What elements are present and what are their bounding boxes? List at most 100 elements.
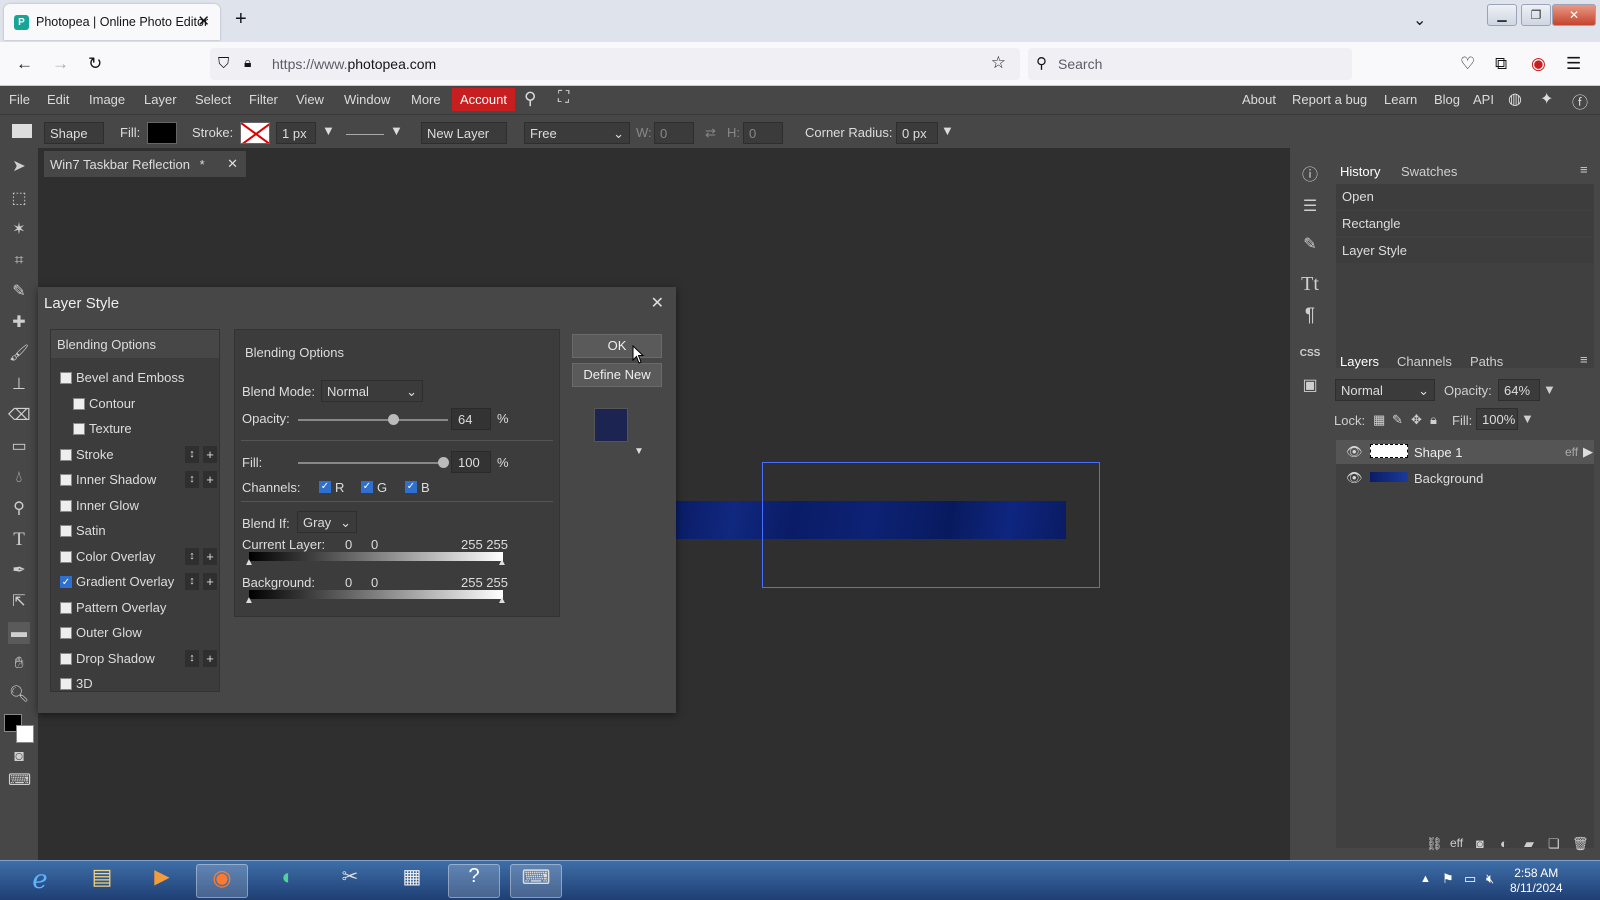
menu-edit[interactable]: Edit [47,92,69,107]
path-select-tool-icon[interactable]: ⇱ [8,591,30,613]
checkbox[interactable] [60,678,72,690]
background-black-handle-icon[interactable]: ▲ [244,595,254,606]
shape-bounding-box[interactable] [762,462,1100,588]
current-layer-black-handle-icon[interactable]: ▲ [244,557,254,568]
url-bar[interactable]: ⛉ 🔒︎ https://www.photopea.com ☆ [210,48,1020,80]
new-folder-icon[interactable]: ▰ [1524,836,1534,852]
pocket-icon[interactable]: ♡ [1460,54,1475,74]
link-learn[interactable]: Learn [1384,92,1417,107]
twitter-icon[interactable]: ✦ [1540,89,1553,109]
tab-channels[interactable]: Channels [1397,354,1452,369]
tab-history[interactable]: History [1340,164,1380,179]
style-blending-options[interactable]: Blending Options [51,330,219,358]
extensions-icon[interactable]: ⧉ [1495,54,1507,74]
checkbox[interactable] [60,652,72,665]
menu-image[interactable]: Image [89,92,125,107]
style-item[interactable]: Stroke ↕ + [51,443,219,467]
keyboard-icon[interactable]: ⌨ [8,770,31,792]
history-item-layer-style[interactable]: Layer Style [1336,238,1594,263]
tab-layers[interactable]: Layers [1340,354,1379,369]
brush-settings-icon[interactable]: ✎ [1299,234,1321,256]
zoom-tool-icon[interactable]: 🔍︎ [8,684,30,706]
layer-blend-mode-dropdown[interactable]: Normal ⌄ [1335,379,1435,401]
hand-tool-icon[interactable]: ✋︎ [8,653,30,675]
add-style-icon[interactable]: + [203,445,217,463]
keyboard-app-icon[interactable]: ⌨ [510,864,562,898]
search-icon[interactable]: ⚲ [524,89,536,109]
reorder-icon[interactable]: ↕ [185,649,199,667]
stroke-style-arrow-icon[interactable]: ▼ [390,123,403,138]
opacity-slider[interactable] [298,419,448,421]
close-document-icon[interactable]: ✕ [227,156,238,172]
close-tab-icon[interactable]: ✕ [197,12,210,30]
quick-mask-icon[interactable]: ◙ [8,746,30,768]
restore-button[interactable]: ❐ [1521,4,1551,26]
media-player-icon[interactable]: ▶ [136,864,188,898]
eraser-tool-icon[interactable]: ⌫ [8,405,31,427]
new-tab-icon[interactable]: + [235,8,247,31]
corner-radius-input[interactable]: 0 px [896,122,938,144]
channel-g-checkbox[interactable]: ✓ [361,481,373,493]
paragraph-icon[interactable]: ¶ [1299,305,1321,327]
image-icon[interactable]: ▣ [1299,375,1321,397]
reorder-icon[interactable]: ↕ [185,471,199,488]
style-item[interactable]: Outer Glow [51,621,219,645]
style-item[interactable]: Bevel and Emboss [51,366,219,390]
style-item[interactable]: Satin [51,519,219,543]
move-tool-icon[interactable]: ➤ [8,156,30,178]
lock-transparency-icon[interactable]: ▦ [1373,412,1385,428]
blend-mode-dropdown[interactable]: Normal ⌄ [321,380,423,402]
addon-icon[interactable]: ◉ [1531,54,1546,74]
layer-mask-icon[interactable]: ◙ [1476,836,1484,851]
style-item[interactable]: ✓ Gradient Overlay ↕ + [51,570,219,594]
tab-swatches[interactable]: Swatches [1401,164,1457,179]
character-icon[interactable]: Tt [1299,273,1321,295]
blend-if-dropdown[interactable]: Gray ⌄ [297,511,357,533]
style-item[interactable]: Pattern Overlay [51,596,219,620]
dodge-tool-icon[interactable]: ⚲ [8,498,30,520]
channel-b-checkbox[interactable]: ✓ [405,481,417,493]
delete-layer-icon[interactable]: 🗑︎ [1572,836,1589,852]
preview-toggle-icon[interactable]: ▼ [634,446,644,457]
style-item[interactable]: Color Overlay ↕ + [51,545,219,569]
stroke-none-swatch[interactable] [240,122,270,144]
close-window-button[interactable]: ✕ [1552,4,1596,26]
reorder-icon[interactable]: ↕ [185,445,199,463]
internet-explorer-icon[interactable]: ℯ [14,864,66,898]
menu-file[interactable]: File [9,92,30,107]
checkbox[interactable] [60,627,72,639]
style-item[interactable]: Inner Glow [51,494,219,518]
style-item[interactable]: Drop Shadow ↕ + [51,647,219,671]
link-api[interactable]: API [1473,92,1494,107]
fullscreen-icon[interactable]: ⛶ [558,89,569,107]
forward-arrow-icon[interactable]: → [52,54,69,74]
tab-paths[interactable]: Paths [1470,354,1503,369]
marquee-tool-icon[interactable]: ⬚ [8,188,30,210]
add-style-icon[interactable]: + [203,573,217,590]
brush-tool-icon[interactable]: 🖌︎ [8,343,30,365]
layer-effects-icon[interactable]: eff [1450,836,1463,850]
add-style-icon[interactable]: + [203,547,217,565]
volume-muted-icon[interactable]: 🔇︎ [1486,871,1494,887]
menu-view[interactable]: View [296,92,324,107]
fill-slider-knob[interactable] [438,457,449,468]
css-icon[interactable]: CSS [1299,343,1321,365]
expand-effects-icon[interactable]: ▶ [1583,444,1593,460]
visibility-eye-icon[interactable]: 👁︎ [1346,470,1363,486]
menu-more[interactable]: More [411,92,441,107]
system-clock[interactable]: 2:58 AM 8/11/2024 [1510,866,1563,896]
checkbox[interactable] [60,448,72,461]
document-tab[interactable]: Win7 Taskbar Reflection * ✕ [44,151,246,177]
width-input[interactable]: 0 [654,122,694,144]
hamburger-menu-icon[interactable]: ☰ [1566,54,1581,74]
opacity-arrow-icon[interactable]: ▼ [1543,382,1556,397]
panel-menu-icon[interactable]: ≡ [1580,162,1588,177]
bookmark-star-icon[interactable]: ☆ [991,53,1006,73]
magic-wand-tool-icon[interactable]: ✶ [8,219,30,241]
wordpad-icon[interactable]: ▦ [386,864,438,898]
reorder-icon[interactable]: ↕ [185,547,199,565]
search-bar[interactable]: ⚲ Search [1028,48,1352,80]
layer-row-shape-1[interactable]: 👁︎ Shape 1 eff ▶ [1336,440,1594,464]
back-arrow-icon[interactable]: ← [16,54,33,74]
checked-checkbox[interactable]: ✓ [60,576,72,588]
